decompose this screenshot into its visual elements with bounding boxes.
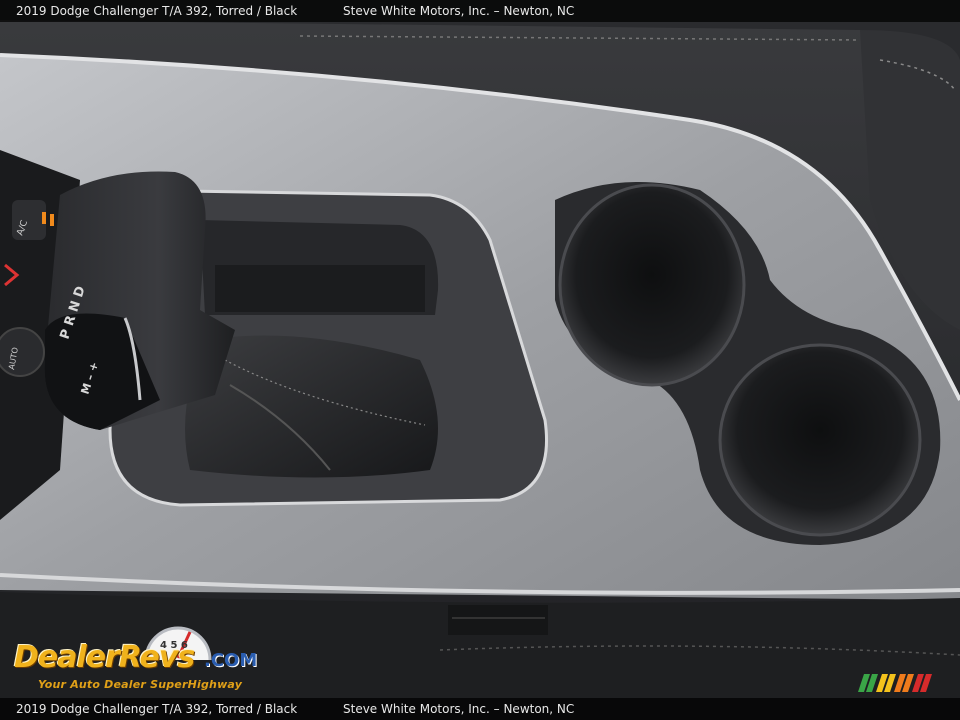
dealer-name-bottom: Steve White Motors, Inc. – Newton, NC xyxy=(343,702,575,716)
photo-stage: P R N D M – + A/C AUTO 2019 Dodge Challe… xyxy=(0,0,960,720)
watermark-brand: DealerRevs xyxy=(14,640,195,675)
watermark-tagline: Your Auto Dealer SuperHighway xyxy=(38,678,243,691)
gear-indicator: P R N D xyxy=(58,284,89,341)
console-labels: P R N D M – + A/C AUTO xyxy=(7,219,101,396)
stripes-logo xyxy=(858,674,932,692)
vehicle-title: 2019 Dodge Challenger T/A 392, Torred / … xyxy=(16,4,298,18)
ac-button-label: A/C xyxy=(15,219,30,237)
top-caption-bar: 2019 Dodge Challenger T/A 392, Torred / … xyxy=(0,0,960,22)
bottom-caption-bar: 2019 Dodge Challenger T/A 392, Torred / … xyxy=(0,698,960,720)
vehicle-title-bottom: 2019 Dodge Challenger T/A 392, Torred / … xyxy=(16,702,298,716)
auto-button-label: AUTO xyxy=(7,347,20,371)
watermark-tld: .COM xyxy=(204,650,258,671)
dealer-name: Steve White Motors, Inc. – Newton, NC xyxy=(343,4,575,18)
dealerrevs-watermark: 4 5 6 DealerRevs .COM Your Auto Dealer S… xyxy=(8,622,270,694)
manual-gear-indicator: M – + xyxy=(78,360,101,396)
